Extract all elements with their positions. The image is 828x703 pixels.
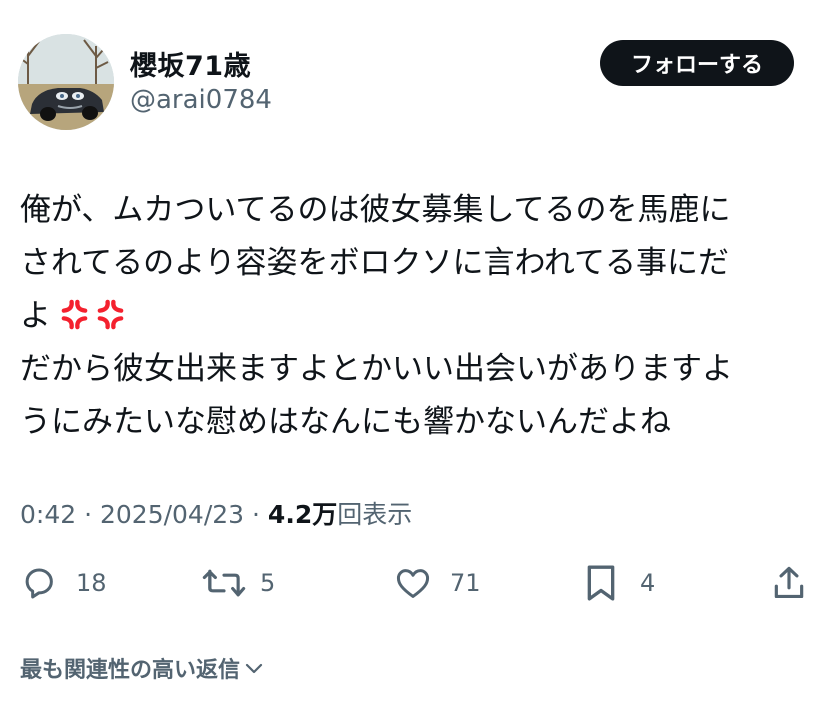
avatar[interactable] bbox=[18, 34, 114, 130]
meta-separator: · bbox=[76, 500, 100, 529]
views-label: 回表示 bbox=[337, 500, 413, 529]
views-count: 4.2万 bbox=[267, 500, 338, 529]
tweet-line: されてるのより容姿をボロクソに言われてる事にだ bbox=[20, 237, 812, 290]
chevron-down-icon bbox=[245, 663, 263, 674]
tweet-line-text: されてるのより容姿をボロクソに言われてる事にだ bbox=[20, 245, 729, 281]
tweet-date[interactable]: 2025/04/23 bbox=[100, 500, 244, 529]
bookmark-icon bbox=[587, 565, 615, 601]
reply-count: 18 bbox=[76, 569, 107, 597]
tweet-line-text: だから彼女出来ますよとかいい出会いがありますよ bbox=[20, 351, 733, 387]
share-icon bbox=[774, 566, 804, 599]
tweet-line-text: うにみたいな慰めはなんにも響かないんだよね bbox=[20, 404, 671, 440]
tweet-line: よ bbox=[20, 290, 812, 343]
heart-icon bbox=[396, 569, 430, 598]
anger-symbol-icon bbox=[97, 299, 124, 330]
bookmark-button[interactable]: 4 bbox=[584, 562, 655, 604]
reply-sort-label: 最も関連性の高い返信 bbox=[20, 658, 241, 683]
retweet-count: 5 bbox=[260, 569, 276, 597]
tweet-text: 俺が、ムカついてるのは彼女募集してるのを馬鹿に されてるのより容姿をボロクソに言… bbox=[20, 184, 812, 449]
reply-icon bbox=[25, 568, 53, 599]
follow-button[interactable]: フォローする bbox=[600, 40, 794, 86]
tweet-line: 俺が、ムカついてるのは彼女募集してるのを馬鹿に bbox=[20, 184, 812, 237]
bookmark-count: 4 bbox=[640, 569, 656, 597]
meta-separator: · bbox=[244, 500, 268, 529]
car-avatar-icon bbox=[18, 34, 114, 130]
reply-button[interactable]: 18 bbox=[20, 562, 107, 604]
share-button[interactable] bbox=[770, 562, 808, 604]
tweet-line: だから彼女出来ますよとかいい出会いがありますよ bbox=[20, 343, 812, 396]
tweet-meta: 0:42 · 2025/04/23 · 4.2万回表示 bbox=[20, 495, 412, 531]
user-handle[interactable]: @arai0784 bbox=[130, 85, 272, 115]
retweet-icon bbox=[202, 569, 246, 597]
tweet-time[interactable]: 0:42 bbox=[20, 500, 76, 529]
display-name[interactable]: 櫻坂71歳 bbox=[130, 44, 251, 83]
like-count: 71 bbox=[450, 569, 481, 597]
retweet-button[interactable]: 5 bbox=[202, 562, 275, 604]
like-button[interactable]: 71 bbox=[394, 562, 481, 604]
reply-sort-selector[interactable]: 最も関連性の高い返信 bbox=[20, 652, 266, 684]
anger-symbol-icon bbox=[61, 299, 88, 330]
tweet-line-text: 俺が、ムカついてるのは彼女募集してるのを馬鹿に bbox=[20, 192, 731, 228]
tweet-line-text: よ bbox=[20, 298, 51, 334]
tweet-line: うにみたいな慰めはなんにも響かないんだよね bbox=[20, 396, 812, 449]
